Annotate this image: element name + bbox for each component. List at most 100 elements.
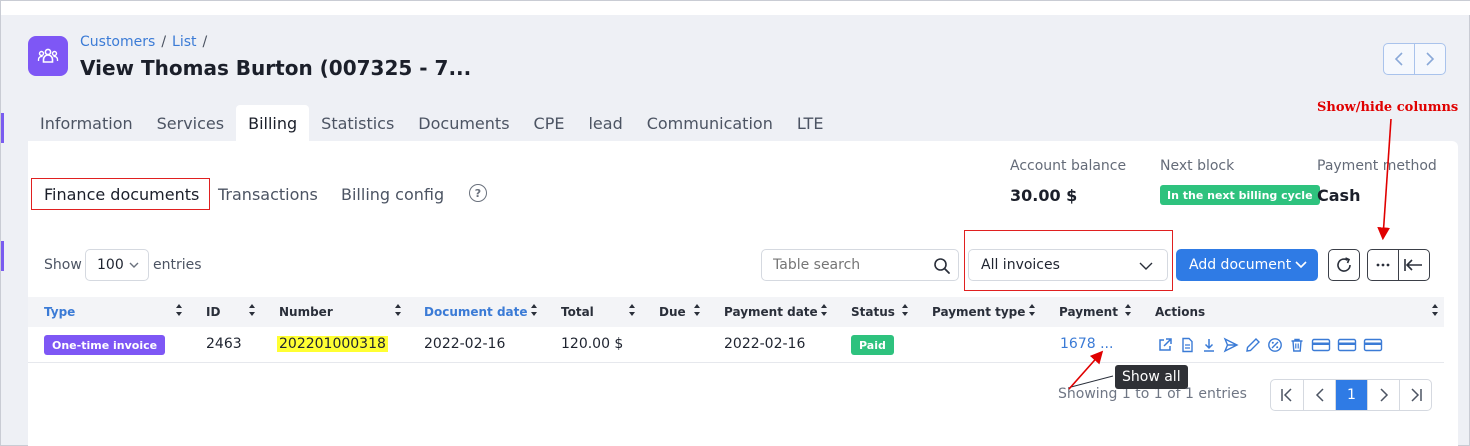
column-header-due[interactable]: Due [659,305,686,319]
cell-total: 120.00 $ [561,336,624,352]
sort-icon[interactable] [248,303,256,317]
chevron-right-icon [1426,52,1435,66]
breadcrumb-customers[interactable]: Customers [80,34,155,50]
breadcrumb-separator: / [202,34,208,50]
filter-value: All invoices [981,257,1060,273]
tab-information[interactable]: Information [28,105,145,141]
show-all-tooltip: Show all [1115,365,1188,389]
column-header-total[interactable]: Total [561,305,594,319]
column-controls [1367,249,1430,281]
tab-statistics[interactable]: Statistics [309,105,406,141]
column-header-type[interactable]: Type [44,305,75,319]
sort-icon[interactable] [820,303,828,317]
search-icon[interactable] [933,257,951,275]
column-header-status[interactable]: Status [851,305,895,319]
chevron-left-icon [1315,388,1324,402]
entries-label: entries [153,257,202,273]
subtab-transactions[interactable]: Transactions [218,178,318,210]
page-title: View Thomas Burton (007325 - 7... [80,56,472,80]
chevron-down-icon [1139,262,1153,270]
pdf-icon[interactable] [1179,337,1195,353]
column-header-document-date[interactable]: Document date [424,305,528,319]
credit-card-icon[interactable] [1337,337,1357,353]
tab-bar: Information Services Billing Statistics … [28,105,835,141]
tab-lte[interactable]: LTE [785,105,836,141]
sort-icon[interactable] [628,303,636,317]
page-number-button[interactable]: 1 [1335,380,1367,410]
help-icon[interactable]: ? [469,184,487,202]
row-actions [1157,337,1383,353]
tab-billing[interactable]: Billing [236,105,310,141]
breadcrumb-list[interactable]: List [172,34,196,50]
first-page-button[interactable] [1271,380,1303,410]
send-icon[interactable] [1223,337,1239,353]
record-navigation [1383,43,1446,75]
breadcrumb-separator: / [161,34,167,50]
discount-icon[interactable] [1267,337,1283,353]
annotation-show-hide-columns: Show/hide columns [1317,100,1459,115]
payment-method-value: Cash [1317,186,1361,205]
sort-icon[interactable] [693,303,701,317]
sort-icon[interactable] [1124,303,1132,317]
edit-icon[interactable] [1245,337,1261,353]
table-search-input[interactable] [761,249,959,281]
open-external-icon[interactable] [1157,337,1173,353]
sort-icon[interactable] [394,303,402,317]
tab-documents[interactable]: Documents [406,105,521,141]
add-document-button[interactable]: Add document [1176,249,1318,281]
chevron-down-icon [1295,261,1307,269]
previous-record-button[interactable] [1384,44,1414,74]
chevron-right-icon [1379,388,1388,402]
last-page-button[interactable] [1399,380,1431,410]
sort-icon[interactable] [530,303,538,317]
arrow-to-left-icon [1404,259,1422,271]
column-header-id[interactable]: ID [206,305,220,319]
cell-payment-date: 2022-02-16 [724,336,806,352]
download-icon[interactable] [1201,337,1217,353]
cell-payment-link[interactable]: 1678 ... [1060,336,1113,352]
invoice-filter-select[interactable]: All invoices [968,249,1168,281]
window: Customers / List / View Thomas Burton (0… [0,0,1470,446]
sort-icon[interactable] [175,303,183,317]
payment-method-label: Payment method [1317,158,1437,174]
sort-icon[interactable] [1431,303,1439,317]
subtab-billing-config[interactable]: Billing config [341,178,444,210]
breadcrumb: Customers / List / [80,34,207,50]
sidebar-indicator [1,113,4,143]
next-block-badge: In the next billing cycle [1160,185,1320,205]
delete-icon[interactable] [1289,337,1305,353]
entries-per-page-select[interactable]: 100 [85,249,149,281]
column-header-payment-date[interactable]: Payment date [724,305,818,319]
previous-page-button[interactable] [1303,380,1335,410]
show-hide-columns-button[interactable] [1368,250,1398,280]
show-label: Show [44,257,82,273]
chevron-left-icon [1394,52,1403,66]
tab-services[interactable]: Services [145,105,236,141]
balance-value: 30.00 $ [1010,186,1078,205]
column-header-payment-type[interactable]: Payment type [932,305,1025,319]
tab-cpe[interactable]: CPE [522,105,577,141]
type-badge: One-time invoice [44,335,166,355]
credit-card-icon[interactable] [1311,337,1331,353]
collapse-columns-button[interactable] [1398,250,1429,280]
tab-communication[interactable]: Communication [635,105,785,141]
credit-card-icon[interactable] [1363,337,1383,353]
cell-number[interactable]: 202201000318 [277,336,388,352]
next-page-button[interactable] [1367,380,1399,410]
chevron-down-icon [129,262,139,268]
sidebar-indicator [1,241,4,271]
column-header-actions: Actions [1155,305,1206,319]
column-header-payment[interactable]: Payment [1059,305,1118,319]
subtab-finance-documents[interactable]: Finance documents [31,178,210,210]
entries-value: 100 [97,257,124,273]
sort-icon[interactable] [901,303,909,317]
refresh-button[interactable] [1328,249,1360,281]
column-header-number[interactable]: Number [279,305,333,319]
add-document-label: Add document [1189,257,1292,273]
cell-id: 2463 [206,336,242,352]
refresh-icon [1337,257,1351,272]
tab-lead[interactable]: lead [576,105,634,141]
last-page-icon [1410,388,1422,402]
next-record-button[interactable] [1414,44,1445,74]
sort-icon[interactable] [1028,303,1036,317]
